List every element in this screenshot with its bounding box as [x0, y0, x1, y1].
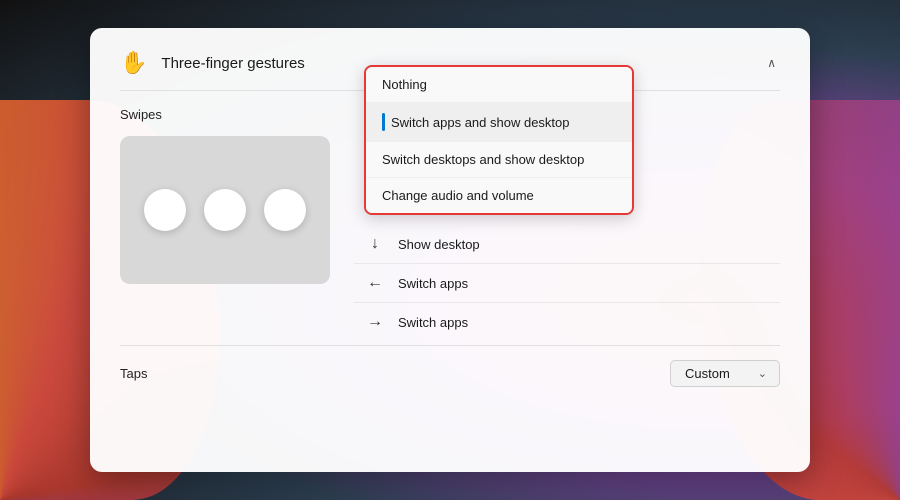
- collapse-button[interactable]: ∧: [763, 52, 780, 74]
- dropdown-item-nothing[interactable]: Nothing: [366, 67, 632, 103]
- chevron-down-icon: ⌄: [758, 367, 767, 380]
- arrow-down-icon: ↓: [364, 235, 386, 253]
- action-switch-apps-left-label: Switch apps: [398, 276, 468, 291]
- action-row-switch-apps-right: → Switch apps: [354, 303, 780, 341]
- finger-dot-2: [204, 189, 246, 231]
- finger-dot-3: [264, 189, 306, 231]
- dropdown-item-nothing-label: Nothing: [382, 77, 427, 92]
- action-row-show-desktop: ↓ Show desktop: [354, 225, 780, 264]
- dropdown-item-switch-apps-desktop-label: Switch apps and show desktop: [391, 115, 570, 130]
- dropdown-item-switch-desktops-label: Switch desktops and show desktop: [382, 152, 584, 167]
- dropdown-popup[interactable]: Nothing Switch apps and show desktop Swi…: [364, 65, 634, 215]
- dropdown-item-switch-desktops[interactable]: Switch desktops and show desktop: [366, 142, 632, 178]
- dropdown-item-change-audio-label: Change audio and volume: [382, 188, 534, 203]
- actions-list: ↓ Show desktop ← Switch apps → Switch ap…: [354, 225, 780, 341]
- settings-panel: ✋ Three-finger gestures ∧ Swipes Nothing: [90, 28, 810, 472]
- arrow-left-icon: ←: [364, 274, 386, 292]
- action-switch-apps-right-label: Switch apps: [398, 315, 468, 330]
- arrow-right-icon: →: [364, 313, 386, 331]
- swipes-label: Swipes: [120, 107, 330, 122]
- gesture-icon: ✋: [120, 50, 147, 76]
- taps-dropdown[interactable]: Custom ⌄: [670, 360, 780, 387]
- content-row: Swipes Nothing Switch apps and show desk…: [120, 107, 780, 341]
- gesture-preview: [120, 136, 330, 284]
- taps-label: Taps: [120, 366, 670, 381]
- dropdown-item-change-audio[interactable]: Change audio and volume: [366, 178, 632, 213]
- taps-dropdown-value: Custom: [685, 366, 730, 381]
- right-column: Nothing Switch apps and show desktop Swi…: [354, 107, 780, 341]
- taps-row: Taps Custom ⌄: [120, 345, 780, 387]
- left-column: Swipes: [120, 107, 330, 341]
- selected-bar: [382, 113, 385, 131]
- action-row-switch-apps-left: ← Switch apps: [354, 264, 780, 303]
- finger-dot-1: [144, 189, 186, 231]
- action-show-desktop-label: Show desktop: [398, 237, 480, 252]
- dropdown-item-switch-apps-desktop[interactable]: Switch apps and show desktop: [366, 103, 632, 142]
